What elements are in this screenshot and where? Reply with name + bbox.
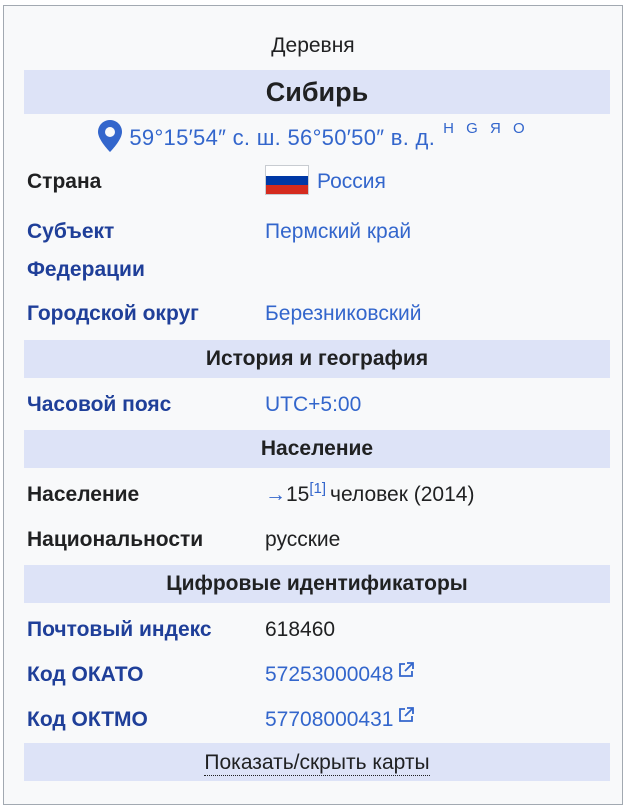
federal-subject-label-line1[interactable]: Субъект bbox=[27, 213, 267, 251]
federal-subject-label[interactable]: Субъект Федерации bbox=[27, 213, 267, 289]
country-value[interactable]: Россия bbox=[265, 163, 386, 201]
country-name[interactable]: Россия bbox=[317, 170, 386, 193]
population-number: 15 bbox=[286, 483, 310, 506]
toggle-maps-button[interactable]: Показать/скрыть карты bbox=[24, 743, 610, 781]
section-population: Население bbox=[24, 430, 610, 468]
external-link-icon bbox=[397, 654, 415, 692]
federal-subject-label-line2[interactable]: Федерации bbox=[27, 251, 267, 289]
map-links[interactable]: H G Я O bbox=[443, 120, 529, 137]
location-pin-icon[interactable] bbox=[97, 119, 123, 158]
section-history: История и география bbox=[24, 340, 610, 378]
toggle-maps-label[interactable]: Показать/скрыть карты bbox=[204, 751, 430, 776]
row-timezone: Часовой пояс UTC+5:00 bbox=[27, 386, 612, 426]
row-country: Страна Россия bbox=[27, 163, 612, 203]
nationalities-label: Национальности bbox=[27, 528, 204, 551]
timezone-label[interactable]: Часовой пояс bbox=[27, 386, 267, 424]
timezone-value[interactable]: UTC+5:00 bbox=[265, 386, 361, 424]
coordinates-link[interactable]: 59°15′54″ с. ш. 56°50′50″ в. д. bbox=[129, 125, 435, 151]
oktmo-code-link[interactable]: 57708000431 bbox=[265, 708, 393, 731]
section-identifiers: Цифровые идентификаторы bbox=[24, 565, 610, 603]
population-unit-year: человек (2014) bbox=[330, 483, 475, 506]
infobox: Деревня Сибирь 59°15′54″ с. ш. 56°50′50″… bbox=[3, 5, 623, 805]
row-urban-district: Городской округ Березниковский bbox=[27, 295, 612, 335]
row-oktmo: Код ОКТМО 57708000431 bbox=[27, 701, 612, 741]
oktmo-value[interactable]: 57708000431 bbox=[265, 701, 415, 739]
russia-flag-icon bbox=[265, 165, 309, 196]
postal-code-label[interactable]: Почтовый индекс bbox=[27, 611, 267, 649]
okato-code-link[interactable]: 57253000048 bbox=[265, 663, 393, 686]
nationalities-value: русские bbox=[265, 528, 341, 551]
postal-code-value: 618460 bbox=[265, 618, 336, 641]
coordinates: 59°15′54″ с. ш. 56°50′50″ в. д. H G Я O bbox=[4, 118, 622, 158]
federal-subject-value[interactable]: Пермский край bbox=[265, 213, 411, 251]
infobox-caption: Деревня bbox=[271, 34, 355, 57]
external-link-icon bbox=[397, 699, 415, 737]
okato-label[interactable]: Код ОКАТО bbox=[27, 656, 267, 694]
population-reference-link[interactable]: [1] bbox=[309, 480, 326, 497]
infobox-title: Сибирь bbox=[24, 70, 610, 114]
okato-value[interactable]: 57253000048 bbox=[265, 656, 415, 694]
oktmo-label[interactable]: Код ОКТМО bbox=[27, 701, 267, 739]
row-federal-subject: Субъект Федерации Пермский край bbox=[27, 213, 612, 289]
urban-district-label[interactable]: Городской округ bbox=[27, 295, 267, 333]
country-label: Страна bbox=[27, 170, 102, 193]
row-population: Население →15[1] человек (2014) bbox=[27, 476, 612, 516]
population-label: Население bbox=[27, 483, 140, 506]
row-postal-code: Почтовый индекс 618460 bbox=[27, 611, 612, 651]
row-okato: Код ОКАТО 57253000048 bbox=[27, 656, 612, 696]
population-value: →15[1] человек (2014) bbox=[265, 476, 474, 516]
population-trend-arrow-icon: → bbox=[265, 483, 286, 506]
urban-district-value[interactable]: Березниковский bbox=[265, 295, 422, 333]
row-nationalities: Национальности русские bbox=[27, 521, 612, 561]
